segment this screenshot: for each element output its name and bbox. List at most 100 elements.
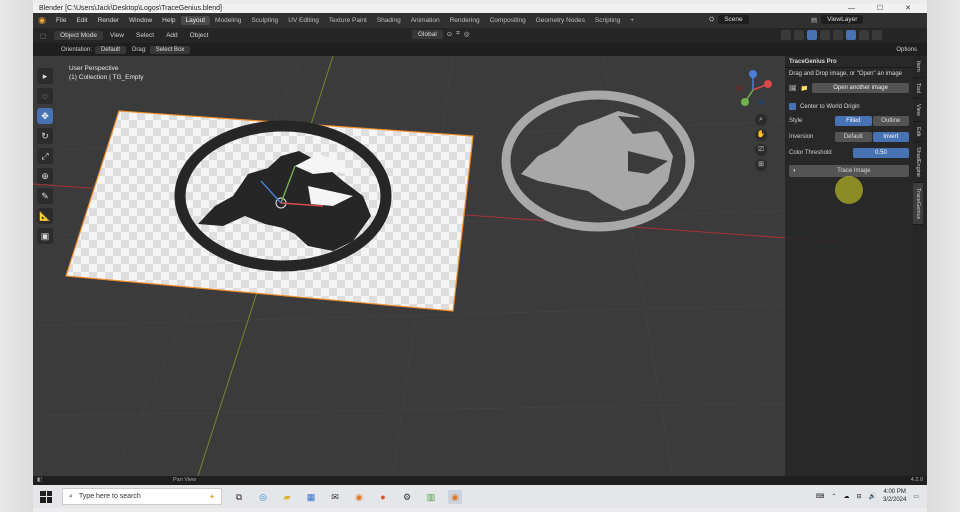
chevron-up-icon[interactable]: ⌃ xyxy=(831,493,836,500)
style-outline-button[interactable]: Outline xyxy=(872,116,909,126)
visibility-icon[interactable] xyxy=(781,30,791,40)
menu-render[interactable]: Render xyxy=(93,17,124,24)
notepad-icon[interactable]: ▥ xyxy=(424,490,438,504)
panel-hint-row: Drag and Drop image, or "Open" an image xyxy=(785,68,913,80)
view-layer-selector[interactable]: ▤ ViewLayer xyxy=(811,15,864,24)
edge-browser-icon[interactable]: ◎ xyxy=(256,490,270,504)
sidebar-tab-view[interactable]: View xyxy=(913,99,923,122)
camera-view-icon[interactable]: ⎚ xyxy=(755,144,767,156)
pan-hand-icon[interactable]: ✋ xyxy=(755,129,767,141)
tab-scripting[interactable]: Scripting xyxy=(590,16,625,25)
settings-icon[interactable]: ⚙ xyxy=(400,490,414,504)
zoom-icon[interactable]: ⌕ xyxy=(755,114,767,126)
select-cursor-tool-icon[interactable]: ▸ xyxy=(37,68,53,84)
menu-select[interactable]: Select xyxy=(131,31,159,40)
add-workspace-button[interactable]: + xyxy=(625,17,639,24)
tab-rendering[interactable]: Rendering xyxy=(445,16,485,25)
gizmo-icon[interactable] xyxy=(794,30,804,40)
open-image-button[interactable]: Open another image xyxy=(812,83,909,93)
tab-compositing[interactable]: Compositing xyxy=(485,16,531,25)
inversion-default-button[interactable]: Default xyxy=(835,132,872,142)
tab-layout[interactable]: Layout xyxy=(180,16,211,25)
network-icon[interactable]: ⊟ xyxy=(856,493,861,500)
search-placeholder: Type here to search xyxy=(78,493,141,500)
transform-orientation-dropdown[interactable]: Global xyxy=(412,30,443,39)
folder-icon[interactable]: 📁 xyxy=(801,85,808,92)
mode-dropdown[interactable]: Object Mode xyxy=(54,31,104,40)
pivot-icon[interactable]: ⊙ xyxy=(447,30,452,39)
menu-help[interactable]: Help xyxy=(157,17,180,24)
tab-shading[interactable]: Shading xyxy=(372,16,406,25)
image-icon: 🖼 xyxy=(789,85,797,92)
mail-icon[interactable]: ✉ xyxy=(328,490,342,504)
proportional-icon[interactable]: ◎ xyxy=(464,30,470,39)
wireframe-shading-icon[interactable] xyxy=(833,30,843,40)
traced-dragon-mesh[interactable] xyxy=(501,90,695,232)
tab-modeling[interactable]: Modeling xyxy=(210,16,246,25)
style-filled-button[interactable]: Filled xyxy=(835,116,872,126)
blender-logo-icon[interactable]: ◉ xyxy=(36,15,48,26)
cursor-tool-icon[interactable]: ◌ xyxy=(37,88,53,104)
editor-type-icon[interactable]: ⬚ xyxy=(35,31,51,41)
orientation-dropdown[interactable]: Default xyxy=(95,45,127,54)
ortho-grid-icon[interactable]: ⊞ xyxy=(755,159,767,171)
sidebar-tab-tracegenius[interactable]: TraceGenius xyxy=(913,183,923,226)
maximize-button[interactable]: ☐ xyxy=(877,5,893,12)
windows-start-icon[interactable] xyxy=(40,490,52,503)
top-menu-bar: ◉ File Edit Render Window Help Layout Mo… xyxy=(33,13,927,28)
cloud-icon[interactable]: ☁ xyxy=(843,493,849,500)
task-view-icon[interactable]: ⧉ xyxy=(232,490,246,504)
transform-tool-icon[interactable]: ⊕ xyxy=(37,168,53,184)
overlay-icon[interactable] xyxy=(807,30,817,40)
clock[interactable]: 4:00 PM 3/2/2024 xyxy=(883,488,906,504)
add-cube-tool-icon[interactable]: ▣ xyxy=(37,228,53,244)
close-button[interactable]: ✕ xyxy=(905,5,921,12)
3d-viewport[interactable]: User Perspective (1) Collection | TG_Emp… xyxy=(33,56,927,476)
navigation-gizmo[interactable] xyxy=(731,68,775,112)
scale-tool-icon[interactable]: ⤢ xyxy=(37,148,53,164)
store-icon[interactable]: ▦ xyxy=(304,490,318,504)
measure-tool-icon[interactable]: 📐 xyxy=(37,208,53,224)
threshold-slider[interactable]: 0.50 xyxy=(853,148,909,158)
menu-object[interactable]: Object xyxy=(185,31,214,40)
rotate-tool-icon[interactable]: ↻ xyxy=(37,128,53,144)
sidebar-tab-item[interactable]: Item xyxy=(913,56,923,78)
material-shading-icon[interactable] xyxy=(859,30,869,40)
keyboard-icon[interactable]: ⌨ xyxy=(816,493,825,500)
menu-window[interactable]: Window xyxy=(124,17,157,24)
panel-title[interactable]: TraceGenius Pro xyxy=(785,56,913,68)
firefox-icon[interactable]: ● xyxy=(376,490,390,504)
notification-icon[interactable]: ▭ xyxy=(913,493,919,500)
annotate-tool-icon[interactable]: ✎ xyxy=(37,188,53,204)
options-dropdown[interactable]: Options xyxy=(896,47,917,53)
file-explorer-icon[interactable]: ▰ xyxy=(280,490,294,504)
menu-add[interactable]: Add xyxy=(161,31,183,40)
center-checkbox[interactable] xyxy=(789,103,796,110)
snap-icon[interactable]: ⌗ xyxy=(456,30,460,39)
tab-geometry-nodes[interactable]: Geometry Nodes xyxy=(531,16,590,25)
move-tool-icon[interactable]: ✥ xyxy=(37,108,53,124)
tab-animation[interactable]: Animation xyxy=(406,16,445,25)
scene-selector[interactable]: ⛭ Scene xyxy=(709,15,749,24)
sidebar-tab-shadengine[interactable]: ShadEngine xyxy=(913,142,923,184)
volume-icon[interactable]: 🔊 xyxy=(868,493,875,500)
blender-active-icon[interactable]: ◉ xyxy=(448,489,462,504)
tab-texture-paint[interactable]: Texture Paint xyxy=(324,16,372,25)
view-layer-name[interactable]: ViewLayer xyxy=(821,15,864,24)
tab-uv-editing[interactable]: UV Editing xyxy=(283,16,324,25)
scene-name[interactable]: Scene xyxy=(718,15,749,24)
sidebar-tab-edit[interactable]: Edit xyxy=(913,122,923,143)
taskbar-search[interactable]: ⌕ Type here to search ✦ xyxy=(62,488,222,505)
menu-edit[interactable]: Edit xyxy=(71,17,92,24)
minimize-button[interactable]: — xyxy=(848,5,865,12)
blender-taskbar-icon[interactable]: ◉ xyxy=(352,490,366,504)
xray-icon[interactable] xyxy=(820,30,830,40)
menu-view[interactable]: View xyxy=(105,31,129,40)
solid-shading-icon[interactable] xyxy=(846,30,856,40)
tab-sculpting[interactable]: Sculpting xyxy=(246,16,283,25)
sidebar-tab-tool[interactable]: Tool xyxy=(913,78,923,99)
inversion-invert-button[interactable]: Invert xyxy=(872,132,909,142)
drag-dropdown[interactable]: Select Box xyxy=(149,45,191,54)
menu-file[interactable]: File xyxy=(51,17,71,24)
rendered-shading-icon[interactable] xyxy=(872,30,882,40)
